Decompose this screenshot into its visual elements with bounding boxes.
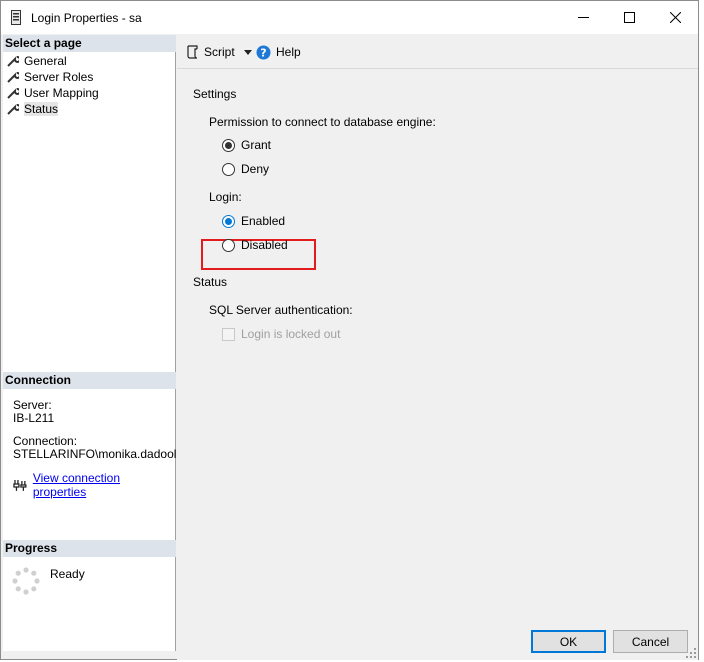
right-pane: Script ? Help Settings Permission to con… [177, 35, 698, 621]
server-label: Server: [13, 398, 52, 412]
close-button[interactable] [652, 1, 698, 34]
page-user-mapping[interactable]: User Mapping [7, 85, 99, 101]
sql-auth-label: SQL Server authentication: [209, 303, 353, 317]
disabled-label: Disabled [241, 238, 288, 252]
script-button[interactable]: Script [185, 43, 252, 61]
view-connection-properties[interactable]: View connection properties [13, 471, 175, 499]
page-status[interactable]: Status [7, 101, 59, 117]
grant-label: Grant [241, 138, 272, 152]
toolbar: Script ? Help [177, 35, 698, 69]
login-label: Login: [209, 190, 242, 204]
wrench-icon [7, 88, 19, 99]
ok-button[interactable]: OK [531, 630, 606, 653]
svg-text:?: ? [260, 46, 266, 59]
progress-spinner-icon [12, 567, 40, 595]
page-server-roles-label: Server Roles [24, 70, 94, 84]
connection-header: Connection [3, 372, 176, 389]
cancel-button[interactable]: Cancel [613, 630, 688, 653]
deny-radio-circle[interactable] [222, 162, 235, 176]
connection-plug-icon [13, 480, 27, 491]
help-label: Help [276, 45, 301, 59]
permission-label: Permission to connect to database engine… [209, 115, 436, 129]
script-icon [187, 45, 198, 59]
enabled-radio[interactable]: Enabled [222, 214, 285, 228]
connection-value: STELLARINFO\monika.dadool [13, 447, 177, 461]
select-page-header: Select a page [3, 35, 176, 52]
progress-status: Ready [50, 567, 85, 581]
locked-out-label: Login is locked out [241, 327, 341, 341]
view-connection-link[interactable]: View connection properties [33, 471, 175, 499]
maximize-icon [623, 12, 635, 23]
deny-radio[interactable]: Deny [222, 162, 269, 176]
maximize-button[interactable] [606, 1, 652, 34]
chevron-down-icon[interactable] [243, 49, 252, 55]
locked-out-checkbox: Login is locked out [222, 327, 340, 341]
close-icon [669, 12, 681, 23]
grant-radio[interactable]: Grant [222, 138, 271, 152]
minimize-button[interactable] [560, 1, 606, 34]
help-icon: ? [256, 45, 271, 59]
progress-header: Progress [3, 540, 176, 557]
login-properties-window: Login Properties - sa Select a page Gene… [0, 0, 699, 660]
left-pane: Select a page General Server Roles User … [3, 35, 176, 651]
grant-radio-circle[interactable] [222, 138, 235, 152]
connection-label: Connection: [13, 434, 78, 448]
resize-grip-icon[interactable] [686, 648, 696, 658]
disabled-radio-circle[interactable] [222, 238, 235, 252]
server-value: IB-L211 [13, 411, 55, 425]
wrench-icon [7, 56, 19, 67]
help-button[interactable]: ? Help [256, 43, 301, 61]
page-general-label: General [24, 54, 67, 68]
deny-label: Deny [241, 162, 270, 176]
page-server-roles[interactable]: Server Roles [7, 69, 93, 85]
dialog-button-bar: OK Cancel [177, 621, 698, 660]
wrench-icon [7, 104, 19, 115]
status-page-content: Settings Permission to connect to databa… [177, 72, 697, 656]
wrench-icon [7, 72, 19, 83]
page-general[interactable]: General [7, 53, 67, 69]
server-icon [11, 10, 21, 25]
window-title: Login Properties - sa [31, 11, 142, 25]
page-user-mapping-label: User Mapping [24, 86, 99, 100]
script-label: Script [204, 45, 235, 59]
disabled-radio[interactable]: Disabled [222, 238, 288, 252]
settings-header: Settings [193, 87, 237, 101]
locked-out-checkbox-box [222, 327, 235, 341]
enabled-label: Enabled [241, 214, 286, 228]
minimize-icon [577, 17, 589, 18]
page-status-label: Status [24, 102, 59, 116]
status-header: Status [193, 275, 228, 289]
enabled-radio-circle[interactable] [222, 214, 235, 228]
title-bar: Login Properties - sa [1, 1, 698, 34]
